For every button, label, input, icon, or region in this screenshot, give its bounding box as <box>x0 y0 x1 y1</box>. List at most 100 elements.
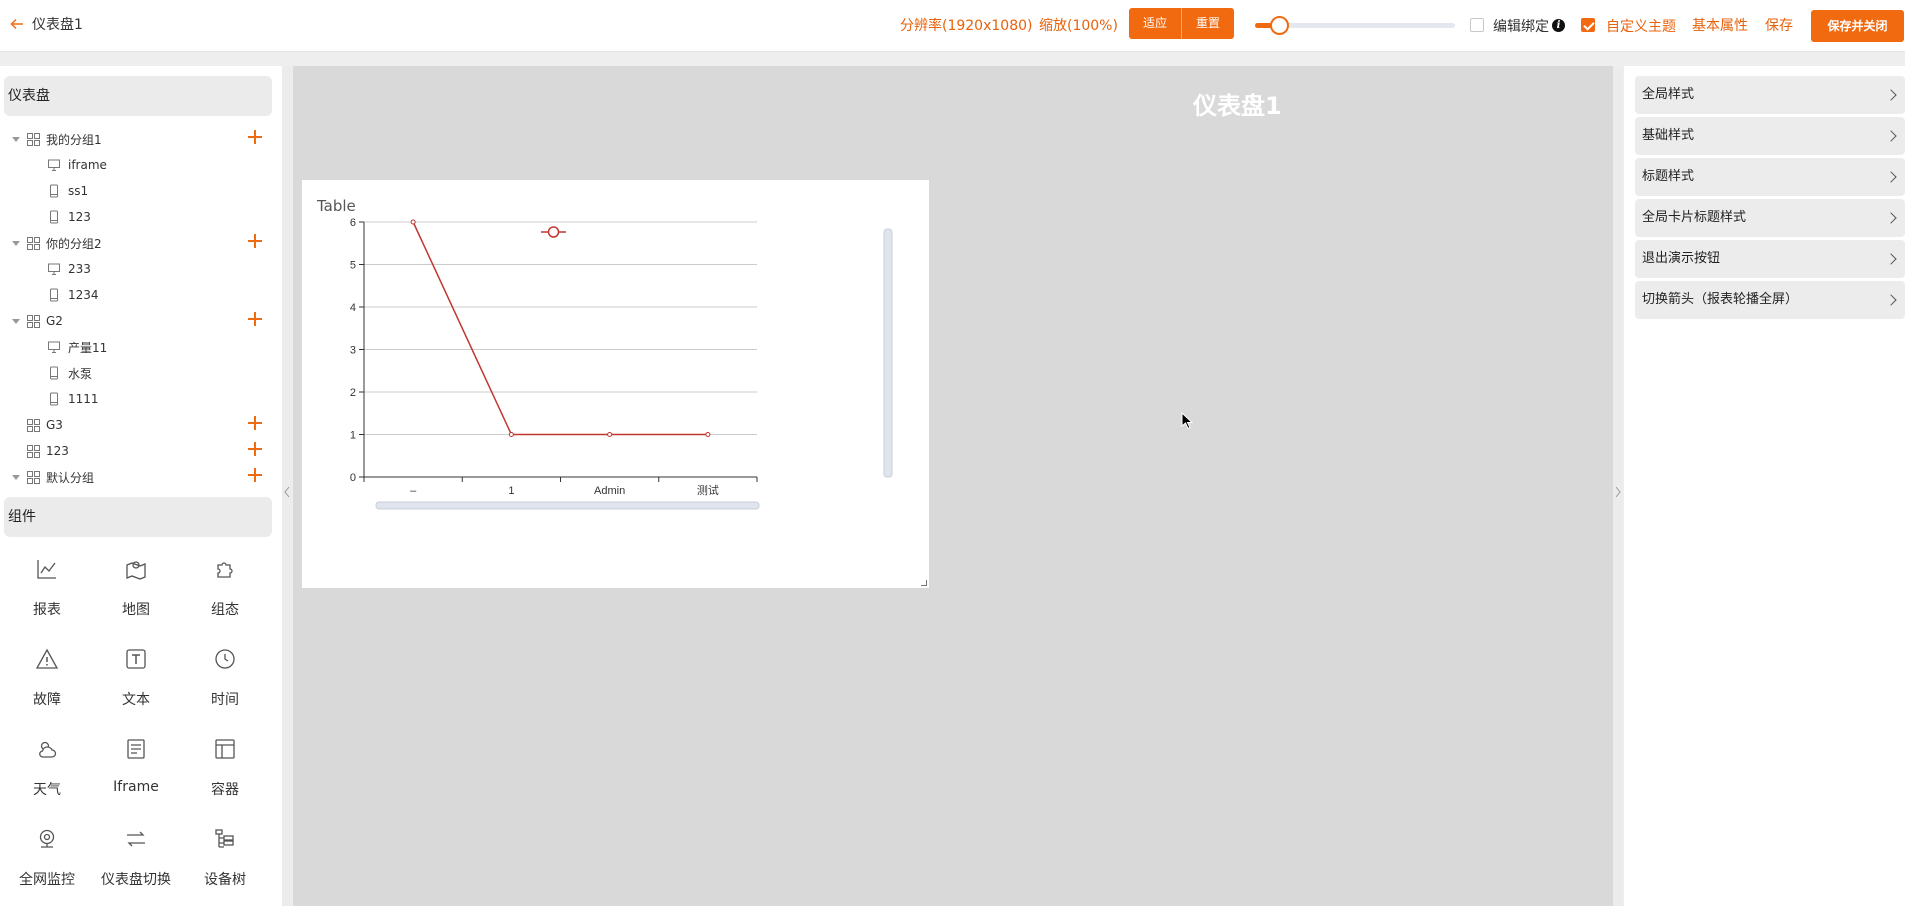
group-icon <box>27 237 40 250</box>
weather-icon <box>39 741 57 758</box>
chevron-right-icon <box>1885 294 1897 306</box>
arrow-left-icon <box>10 18 23 30</box>
chevron-left-icon[interactable] <box>284 486 290 498</box>
component-label: 设备树 <box>204 872 246 888</box>
legend-marker <box>547 226 560 238</box>
component-line-chart[interactable]: 报表 <box>3 549 91 633</box>
tree-item[interactable]: 233 <box>0 257 282 281</box>
chart-widget[interactable]: 0 1 2 3 4 5 6 – 1 Admin 测试 Table <box>302 180 929 588</box>
tree-item-label: ss1 <box>68 184 89 198</box>
group-icon <box>27 419 40 432</box>
y-datazoom-bar <box>883 228 893 478</box>
tree-item[interactable]: 1111 <box>0 387 282 411</box>
resolution-button[interactable]: 分辨率(1920x1080) <box>900 15 1032 35</box>
component-puzzle[interactable]: 组态 <box>181 549 269 633</box>
tree-item[interactable]: 1234 <box>0 283 282 307</box>
device-tree-icon <box>215 829 234 848</box>
tree-item[interactable]: 水泵 <box>0 361 282 385</box>
fit-button[interactable]: 适应 <box>1129 8 1183 39</box>
data-point <box>410 219 416 225</box>
caret-down-icon[interactable] <box>12 318 20 324</box>
component-clock[interactable]: 时间 <box>181 639 269 723</box>
group-icon <box>27 445 40 458</box>
save-button[interactable]: 保存 <box>1765 15 1793 35</box>
x-tick-label: 1 <box>508 485 514 497</box>
add-icon[interactable] <box>248 468 262 482</box>
component-warning[interactable]: 故障 <box>3 639 91 723</box>
canvas-title: 仪表盘1 <box>1193 92 1282 120</box>
tree-item[interactable]: iframe <box>0 153 282 177</box>
zoom-button[interactable]: 缩放(100%) <box>1039 15 1118 35</box>
tree-group[interactable]: G2 <box>0 309 282 333</box>
style-panel-header[interactable]: 全局卡片标题样式 <box>1635 199 1905 237</box>
style-panel-label: 标题样式 <box>1642 169 1695 184</box>
component-iframe[interactable]: Iframe <box>92 729 180 813</box>
y-tick-label: 0 <box>350 472 356 484</box>
resize-handle[interactable] <box>921 580 927 586</box>
monitor-icon <box>48 159 60 171</box>
tree-group[interactable]: 我的分组1 <box>0 127 282 151</box>
x-datazoom-bar <box>375 501 760 510</box>
custom-theme-checkbox[interactable] <box>1581 18 1595 32</box>
tree-item[interactable]: 123 <box>0 205 282 229</box>
mouse-cursor-icon <box>1181 412 1193 430</box>
add-icon[interactable] <box>248 312 262 326</box>
tree-item[interactable]: ss1 <box>0 179 282 203</box>
caret-down-icon[interactable] <box>12 474 20 480</box>
reset-button[interactable]: 重置 <box>1182 8 1235 39</box>
style-panel-header[interactable]: 标题样式 <box>1635 158 1905 196</box>
chevron-right-icon <box>1885 212 1897 224</box>
save-close-button[interactable]: 保存并关闭 <box>1811 10 1904 42</box>
tree-group-label: 我的分组1 <box>46 132 102 147</box>
style-panel-header[interactable]: 退出演示按钮 <box>1635 240 1905 278</box>
left-panel: 仪表盘 我的分组1 iframe ss1 123 你的分组2 233 1234 G2 产量11 水… <box>0 66 282 906</box>
clock-icon <box>215 649 235 669</box>
style-panel-label: 切换箭头（报表轮播全屏） <box>1642 292 1799 307</box>
style-panel-header[interactable]: 切换箭头（报表轮播全屏） <box>1635 281 1905 319</box>
tree-item[interactable]: 产量11 <box>0 335 282 359</box>
dashboard-section-header[interactable]: 仪表盘 <box>4 76 272 116</box>
component-device-tree[interactable]: 设备树 <box>181 819 269 903</box>
component-camera[interactable]: 全网监控 <box>3 819 91 903</box>
edit-bind-checkbox[interactable] <box>1470 18 1484 32</box>
tree-group[interactable]: G3 <box>0 413 282 437</box>
y-tick-label: 3 <box>350 345 356 357</box>
phone-icon <box>50 288 58 302</box>
caret-down-icon[interactable] <box>12 136 20 142</box>
add-icon[interactable] <box>248 442 262 456</box>
monitor-icon <box>48 341 60 353</box>
right-collapse-strip[interactable] <box>1613 66 1623 906</box>
puzzle-icon <box>217 562 233 578</box>
x-tick-label: – <box>410 485 417 497</box>
style-panel-header[interactable]: 基础样式 <box>1635 117 1905 155</box>
switch-icon <box>127 831 145 847</box>
dashboard-canvas[interactable]: 仪表盘1 0 1 2 3 4 5 6 – 1 Admin 测试 Table <box>293 66 1613 906</box>
caret-down-icon[interactable] <box>12 240 20 246</box>
tree-item-label: 1234 <box>68 288 99 302</box>
basic-props-button[interactable]: 基本属性 <box>1692 15 1748 35</box>
back-button[interactable]: 仪表盘1 <box>10 14 83 34</box>
chevron-right-icon[interactable] <box>1615 486 1621 498</box>
add-icon[interactable] <box>248 416 262 430</box>
zoom-slider-thumb[interactable] <box>1270 16 1289 35</box>
zoom-slider[interactable] <box>1255 15 1455 35</box>
warning-icon <box>35 648 59 669</box>
component-switch[interactable]: 仪表盘切换 <box>92 819 180 903</box>
add-icon[interactable] <box>248 234 262 248</box>
info-icon[interactable]: i <box>1552 19 1565 32</box>
component-weather[interactable]: 天气 <box>3 729 91 813</box>
text-icon <box>126 649 146 669</box>
component-container[interactable]: 容器 <box>181 729 269 813</box>
style-panel-label: 基础样式 <box>1642 128 1695 143</box>
add-icon[interactable] <box>248 130 262 144</box>
style-panel-header[interactable]: 全局样式 <box>1635 76 1905 114</box>
tree-group[interactable]: 你的分组2 <box>0 231 282 255</box>
component-label: 文本 <box>122 692 150 708</box>
components-section-header[interactable]: 组件 <box>4 497 272 537</box>
component-map[interactable]: 地图 <box>92 549 180 633</box>
component-text[interactable]: 文本 <box>92 639 180 723</box>
chevron-right-icon <box>1885 171 1897 183</box>
tree-group[interactable]: 默认分组 <box>0 465 282 489</box>
tree-group[interactable]: 123 <box>0 439 282 463</box>
left-collapse-strip[interactable] <box>282 66 292 906</box>
